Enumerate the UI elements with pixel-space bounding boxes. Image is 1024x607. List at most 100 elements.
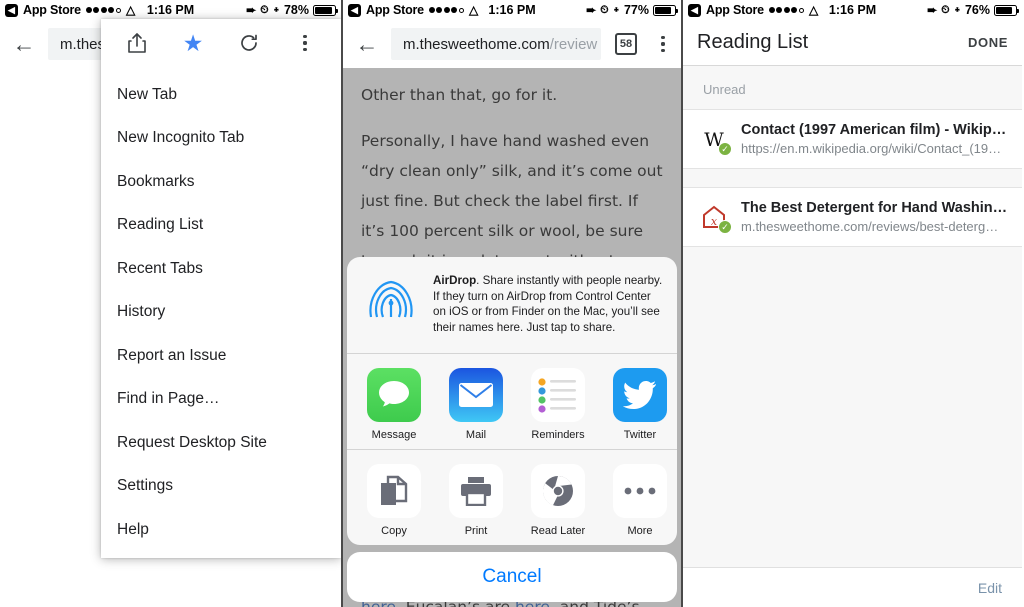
browser-toolbar-2: ← m.thesweethome.com/review 58 — [343, 20, 681, 68]
share-app-message[interactable]: Message — [363, 368, 425, 441]
menu-item-bookmarks[interactable]: Bookmarks — [101, 160, 341, 204]
done-button[interactable]: DONE — [968, 35, 1008, 50]
location-arrow-icon: ➨ — [246, 3, 257, 17]
status-bar-2: ◀ App Store △ 1:16 PM ➨ ⏲ ᛭ 77% — [343, 0, 681, 20]
signal-dots-icon — [768, 7, 804, 13]
ellipsis-icon — [613, 464, 667, 518]
battery-icon — [313, 4, 339, 16]
tab-count-button[interactable]: 58 — [615, 33, 637, 55]
reading-list-footer: Edit — [683, 567, 1022, 607]
battery-percent: 77% — [623, 3, 649, 17]
alarm-clock-icon: ⏲ — [600, 3, 609, 16]
panel-chrome-menu: ◀ App Store △ 1:16 PM ➨ ⏲ ᛭ 78% ← m.thes — [0, 0, 341, 607]
bluetooth-icon: ᛭ — [953, 3, 961, 17]
share-app-label: Twitter — [623, 429, 657, 441]
share-action-print[interactable]: Print — [445, 464, 507, 537]
location-arrow-icon: ➨ — [586, 3, 597, 17]
share-app-label: Reminders — [531, 429, 585, 441]
menu-item-new-incognito-tab[interactable]: New Incognito Tab — [101, 117, 341, 161]
address-bar-2[interactable]: m.thesweethome.com/review — [391, 28, 601, 60]
back-button-2[interactable]: ← — [349, 32, 385, 56]
svg-text:x: x — [711, 215, 718, 228]
airdrop-section: AirDrop. Share instantly with people nea… — [347, 257, 677, 354]
airdrop-description: AirDrop. Share instantly with people nea… — [433, 273, 663, 335]
mail-app-icon — [449, 368, 503, 422]
downloaded-badge-icon: ✓ — [718, 142, 732, 156]
airdrop-title: AirDrop — [433, 274, 477, 287]
share-action-more[interactable]: More — [609, 464, 671, 537]
star-icon[interactable]: ★ — [173, 23, 213, 63]
wifi-icon: △ — [468, 3, 479, 17]
status-app-name: App Store — [706, 3, 764, 17]
status-app-name: App Store — [366, 3, 424, 17]
list-item[interactable]: W ✓ Contact (1997 American film) - Wikip… — [683, 109, 1022, 169]
battery-percent: 76% — [964, 3, 990, 17]
status-back-icon[interactable]: ◀ — [348, 3, 361, 17]
share-app-mail[interactable]: Mail — [445, 368, 507, 441]
wifi-icon: △ — [125, 3, 136, 17]
cancel-button[interactable]: Cancel — [347, 552, 677, 602]
menu-item-help[interactable]: Help — [101, 508, 341, 552]
wikipedia-favicon: W ✓ — [699, 124, 732, 156]
share-actions-row: Copy Print Read Later More — [347, 450, 677, 545]
share-app-label: Mail — [465, 429, 487, 441]
menu-item-find-in-page[interactable]: Find in Page… — [101, 378, 341, 422]
list-item-texts: Contact (1997 American film) - Wikipe… h… — [741, 122, 1008, 156]
status-left-1: ◀ App Store △ — [5, 3, 135, 17]
menu-item-request-desktop-site[interactable]: Request Desktop Site — [101, 421, 341, 465]
downloaded-badge-icon: ✓ — [718, 220, 732, 234]
share-icon[interactable] — [117, 23, 157, 63]
status-bar-3: ◀ App Store △ 1:16 PM ➨ ⏲ ᛭ 76% — [683, 0, 1022, 20]
chrome-icon — [531, 464, 585, 518]
list-item-texts: The Best Detergent for Hand Washing… m.t… — [741, 200, 1008, 234]
list-item[interactable]: x ✓ The Best Detergent for Hand Washing…… — [683, 187, 1022, 247]
share-action-label: Read Later — [530, 525, 586, 537]
menu-item-recent-tabs[interactable]: Recent Tabs — [101, 247, 341, 291]
menu-item-settings[interactable]: Settings — [101, 465, 341, 509]
battery-icon — [653, 4, 679, 16]
location-arrow-icon: ➨ — [927, 3, 938, 17]
share-action-read-later[interactable]: Read Later — [527, 464, 589, 537]
bluetooth-icon: ᛭ — [272, 3, 280, 17]
list-item-url: https://en.m.wikipedia.org/wiki/Contact_… — [741, 141, 1002, 156]
reminders-app-icon — [531, 368, 585, 422]
menu-item-report-an-issue[interactable]: Report an Issue — [101, 334, 341, 378]
list-item-title: Contact (1997 American film) - Wikipe… — [741, 122, 1008, 138]
status-left-2: ◀ App Store △ — [348, 3, 478, 17]
reading-list-header: Reading List DONE — [683, 20, 1022, 66]
status-right-3: ➨ ⏲ ᛭ 76% — [927, 3, 1020, 17]
status-left-3: ◀ App Store △ — [688, 3, 818, 17]
panel-share-sheet: ◀ App Store △ 1:16 PM ➨ ⏲ ᛭ 77% ← m.thes… — [341, 0, 683, 607]
battery-icon — [994, 4, 1020, 16]
back-button-1[interactable]: ← — [6, 32, 42, 56]
edit-button[interactable]: Edit — [978, 580, 1002, 596]
share-apps-row: Message Mail Reminders Twitter — [347, 354, 677, 450]
status-back-icon[interactable]: ◀ — [5, 3, 18, 17]
reload-icon[interactable] — [229, 23, 269, 63]
status-right-1: ➨ ⏲ ᛭ 78% — [246, 3, 339, 17]
share-app-label: Message — [371, 429, 417, 441]
reading-list-body: Unread W ✓ Contact (1997 American film) … — [683, 66, 1022, 607]
page-title: Reading List — [697, 31, 809, 53]
menu-item-reading-list[interactable]: Reading List — [101, 204, 341, 248]
menu-item-new-tab[interactable]: New Tab — [101, 73, 341, 117]
menu-item-history[interactable]: History — [101, 291, 341, 335]
overflow-icon[interactable] — [285, 23, 325, 63]
share-action-copy[interactable]: Copy — [363, 464, 425, 537]
message-app-icon — [367, 368, 421, 422]
alarm-clock-icon: ⏲ — [260, 3, 269, 16]
overflow-icon[interactable] — [651, 24, 675, 64]
signal-dots-icon — [85, 7, 121, 13]
panel-reading-list: ◀ App Store △ 1:16 PM ➨ ⏲ ᛭ 76% Reading … — [683, 0, 1022, 607]
status-back-icon[interactable]: ◀ — [688, 3, 701, 17]
alarm-clock-icon: ⏲ — [941, 3, 950, 16]
share-app-twitter[interactable]: Twitter — [609, 368, 671, 441]
share-action-label: Print — [464, 525, 488, 537]
signal-dots-icon — [428, 7, 464, 13]
list-item-title: The Best Detergent for Hand Washing… — [741, 200, 1008, 216]
address-bar-path: /review — [549, 35, 598, 53]
airdrop-icon[interactable] — [363, 273, 419, 329]
section-header-unread: Unread — [703, 82, 746, 97]
share-app-reminders[interactable]: Reminders — [527, 368, 589, 441]
wifi-icon: △ — [808, 3, 819, 17]
